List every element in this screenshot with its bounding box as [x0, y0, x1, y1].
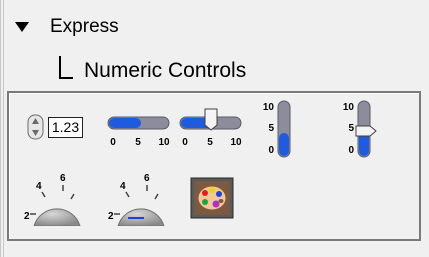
- vertical-pointer-slider-track[interactable]: [355, 100, 377, 158]
- horizontal-fill-slider-track[interactable]: [107, 110, 170, 136]
- tree-branch-icon: [59, 56, 73, 79]
- tick-label: 5: [268, 123, 274, 134]
- dial-control[interactable]: 2 4 6: [106, 174, 166, 228]
- tick-label: 5: [207, 137, 213, 148]
- tick-label: 0: [182, 137, 188, 148]
- panel-splitter[interactable]: [0, 0, 4, 257]
- tick-label: 5: [135, 137, 141, 148]
- tick-label: 10: [342, 102, 354, 113]
- tick-label: 6: [144, 173, 150, 184]
- increment-decrement-icon[interactable]: [26, 114, 48, 140]
- tick-label: 6: [60, 173, 66, 184]
- tick-label: 10: [230, 137, 242, 148]
- category-label: Express: [50, 16, 119, 37]
- color-box-control[interactable]: [190, 177, 234, 219]
- tick-label: 10: [158, 137, 170, 148]
- numeric-control[interactable]: 1.23: [26, 114, 84, 140]
- knob-dial-icon[interactable]: [30, 184, 82, 226]
- tree-category-express[interactable]: Express: [14, 12, 119, 42]
- subcategory-label: Numeric Controls: [84, 59, 247, 82]
- color-palette-icon[interactable]: [190, 177, 234, 219]
- expand-caret-icon[interactable]: [14, 21, 30, 33]
- tree-subcategory-numeric-controls[interactable]: Numeric Controls: [58, 52, 246, 86]
- numeric-value-display[interactable]: 1.23: [48, 117, 83, 138]
- tick-label: 2: [108, 211, 114, 222]
- horizontal-fill-slider[interactable]: 0 5 10: [107, 110, 170, 150]
- vertical-pointer-slider[interactable]: 10 5 0: [342, 100, 377, 158]
- horizontal-pointer-slider[interactable]: 0 5 10: [179, 107, 242, 148]
- controls-palette: 1.23 0 5 10 0 5 10 10 5 0 10 5 0 2 4 6 2…: [7, 91, 421, 241]
- horizontal-pointer-slider-ticks: 0 5 10: [179, 137, 242, 151]
- dial-icon[interactable]: [114, 184, 166, 226]
- horizontal-fill-slider-ticks: 0 5 10: [107, 137, 170, 151]
- knob-control[interactable]: 2 4 6: [22, 174, 82, 228]
- tick-label: 0: [110, 137, 116, 148]
- tick-label: 2: [24, 211, 30, 222]
- tick-label: 0: [268, 145, 274, 156]
- vertical-fill-slider-track[interactable]: [277, 100, 291, 158]
- tick-label: 0: [348, 145, 354, 156]
- tick-label: 5: [348, 123, 354, 134]
- vertical-fill-slider[interactable]: 10 5 0: [262, 100, 291, 158]
- tick-label: 10: [262, 102, 274, 113]
- horizontal-pointer-slider-track[interactable]: [179, 107, 242, 137]
